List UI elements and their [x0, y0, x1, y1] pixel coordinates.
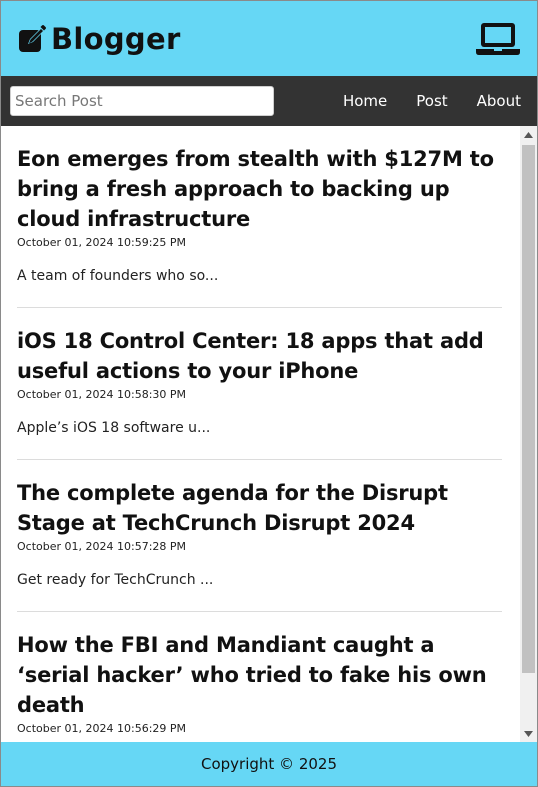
top-navbar: Home Post About: [1, 76, 537, 126]
post-list: Eon emerges from stealth with $127M to b…: [17, 126, 502, 742]
site-footer: Copyright © 2025: [1, 742, 537, 786]
post-list-area: Eon emerges from stealth with $127M to b…: [1, 126, 537, 742]
copyright-text: Copyright © 2025: [200, 755, 337, 773]
site-header: Blogger: [1, 1, 537, 76]
post-card[interactable]: How the FBI and Mandiant caught a ‘seria…: [17, 611, 502, 736]
nav-link-post[interactable]: Post: [387, 92, 447, 110]
post-title[interactable]: iOS 18 Control Center: 18 apps that add …: [17, 326, 502, 386]
post-title[interactable]: The complete agenda for the Disrupt Stag…: [17, 478, 502, 538]
scroll-down-arrow-icon[interactable]: [520, 725, 537, 742]
post-title[interactable]: Eon emerges from stealth with $127M to b…: [17, 144, 502, 234]
vertical-scrollbar[interactable]: [520, 126, 537, 742]
post-excerpt: A team of founders who so...: [17, 268, 219, 284]
post-excerpt: Apple’s iOS 18 software u...: [17, 420, 211, 436]
nav-link-about[interactable]: About: [448, 92, 521, 110]
post-card[interactable]: Eon emerges from stealth with $127M to b…: [17, 126, 502, 286]
post-title[interactable]: How the FBI and Mandiant caught a ‘seria…: [17, 630, 502, 720]
post-date: October 01, 2024 10:57:28 PM: [17, 540, 187, 553]
pencil-square-icon: [17, 24, 47, 54]
nav-links: Home Post About: [314, 92, 521, 110]
site-title: Blogger: [51, 21, 181, 56]
laptop-icon: [475, 21, 521, 57]
post-card[interactable]: The complete agenda for the Disrupt Stag…: [17, 459, 502, 590]
post-excerpt: Get ready for TechCrunch ...: [17, 572, 214, 588]
app-window: Blogger Home Post About Eon emerges from…: [0, 0, 538, 787]
search-input[interactable]: [10, 86, 274, 116]
post-card[interactable]: iOS 18 Control Center: 18 apps that add …: [17, 307, 502, 438]
post-date: October 01, 2024 10:59:25 PM: [17, 236, 187, 249]
post-date: October 01, 2024 10:58:30 PM: [17, 388, 187, 401]
scroll-up-arrow-icon[interactable]: [520, 126, 537, 143]
post-date: October 01, 2024 10:56:29 PM: [17, 722, 187, 735]
scrollbar-thumb[interactable]: [522, 145, 535, 673]
nav-link-home[interactable]: Home: [314, 92, 387, 110]
brand[interactable]: Blogger: [17, 22, 181, 56]
